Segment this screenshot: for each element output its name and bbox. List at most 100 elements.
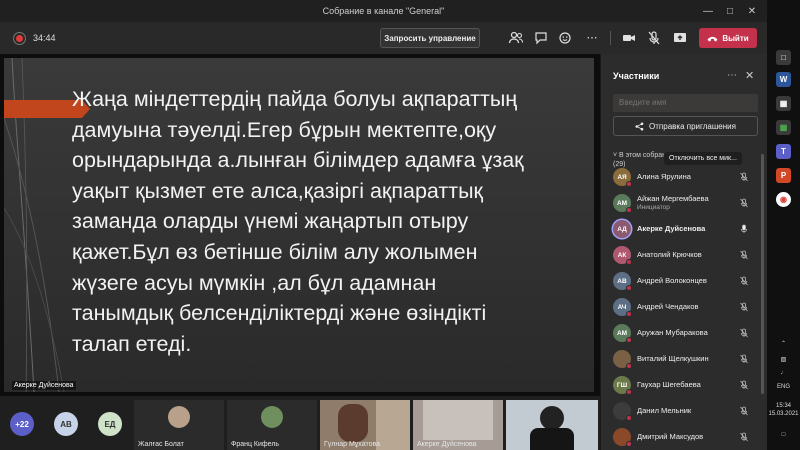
chrome-app-icon[interactable]: ◉: [776, 192, 791, 207]
participant-bubble[interactable]: ЕД: [98, 412, 122, 436]
toolbar-divider: [610, 31, 611, 45]
mic-muted-icon[interactable]: [739, 354, 749, 364]
participant-name: Андрей Волоконцев: [637, 276, 707, 285]
presenter-name: Акерке Дуйсенова: [12, 381, 76, 390]
system-taskbar: □ W ▦ ▦ T P ◉ ⌃ ▧ ♩ ENG 15:34 15.03.2021…: [767, 0, 800, 450]
slide-accent-bar: [4, 100, 82, 118]
mic-muted-icon[interactable]: [739, 276, 749, 286]
teams-meeting-window: Собрание в канале "General" — □ ✕ 34:44 …: [0, 0, 800, 450]
slide-text-line: уақыт қызмет ете алса,қазіргі ақпараттық: [72, 178, 483, 203]
close-icon[interactable]: ✕: [745, 69, 754, 82]
meeting-timer: 34:44: [33, 33, 56, 43]
participant-row[interactable]: Данил Мельник: [601, 398, 768, 424]
maximize-icon[interactable]: □: [719, 6, 741, 17]
avatar: [261, 406, 283, 428]
mic-icon[interactable]: [739, 224, 749, 234]
participant-row[interactable]: АЯ Алина Ярулина: [601, 164, 768, 190]
network-icon[interactable]: ▧: [767, 356, 800, 363]
mic-muted-icon[interactable]: [739, 302, 749, 312]
presence-status-icon: [626, 311, 632, 317]
word-app-icon[interactable]: W: [776, 72, 791, 87]
mic-muted-icon[interactable]: [739, 172, 749, 182]
participants-panel: Участники ⋯ ✕ Отправка приглашения ˅ В э…: [600, 54, 767, 450]
share-screen-icon[interactable]: [672, 30, 688, 46]
slide-text-line: дамуына тәуелді.Егер бұрын мектепте,оқу: [72, 117, 497, 142]
volume-icon[interactable]: ♩: [767, 370, 800, 376]
presence-status-icon: [626, 363, 632, 369]
participant-name: Анатолий Крючков: [637, 250, 702, 259]
participant-row[interactable]: АВ Андрей Волоконцев: [601, 268, 768, 294]
reactions-icon[interactable]: [558, 30, 574, 46]
panel-scrollbar[interactable]: [761, 154, 764, 394]
participant-search-input[interactable]: [613, 94, 758, 112]
mic-muted-icon[interactable]: [646, 30, 662, 46]
camera-icon[interactable]: [621, 30, 637, 46]
taskbar-app-icon[interactable]: □: [776, 50, 791, 65]
participant-name: Гаухар Шегебаева: [637, 380, 701, 389]
participant-row[interactable]: ГШ Гаухар Шегебаева: [601, 372, 768, 398]
close-window-icon[interactable]: ✕: [741, 6, 763, 17]
minimize-icon[interactable]: —: [697, 6, 719, 17]
participant-row[interactable]: АК Анатолий Крючков: [601, 242, 768, 268]
video-tile[interactable]: [506, 400, 598, 450]
slide-text-line: Жаңа міндеттердің пайда болуы ақпараттың: [72, 87, 518, 111]
tile-name: Жалғас Болат: [138, 441, 184, 448]
participant-row[interactable]: АМ Айжан Мергембаева Инициатор: [601, 190, 768, 216]
tile-name: Франц Кифель: [231, 441, 280, 448]
participant-name: Дмитрий Максудов: [637, 432, 704, 441]
notifications-icon[interactable]: □: [767, 432, 800, 438]
hang-up-icon: [707, 36, 718, 41]
avatar: АД: [613, 220, 631, 238]
participant-row[interactable]: АД Акерке Дуйсенова: [601, 216, 768, 242]
video-tile[interactable]: Акерке Дуйсенова: [413, 400, 503, 450]
slide-text-line: танымдық белсенділіктерді және өзіндікті: [72, 301, 487, 326]
participant-row[interactable]: АМ Аружан Мубаракова: [601, 320, 768, 346]
avatar: [168, 406, 190, 428]
mic-muted-icon[interactable]: [739, 250, 749, 260]
share-icon: [635, 122, 644, 130]
camera-feed: [540, 406, 564, 430]
powerpoint-app-icon[interactable]: P: [776, 168, 791, 183]
more-actions-icon[interactable]: ⋯: [584, 30, 600, 46]
mic-muted-icon[interactable]: [739, 406, 749, 416]
participant-bubble[interactable]: АВ: [54, 412, 78, 436]
participant-name: Данил Мельник: [637, 406, 692, 415]
taskbar-app-icon[interactable]: ▦: [776, 96, 791, 111]
presence-status-icon: [626, 181, 632, 187]
clock-date[interactable]: 15.03.2021: [767, 411, 800, 417]
slide-text-line: талап етеді.: [72, 331, 192, 356]
more-options-icon[interactable]: ⋯: [727, 70, 737, 81]
taskbar-app-icon[interactable]: ▦: [776, 120, 791, 135]
participant-name: Алина Ярулина: [637, 172, 691, 181]
presence-status-icon: [626, 207, 632, 213]
chat-icon[interactable]: [533, 30, 549, 46]
tile-name: Гүлнар Мұхатова: [324, 441, 381, 448]
shared-content-stage: Жаңа міндеттердің пайда болуы ақпараттың…: [0, 54, 600, 396]
teams-app-icon[interactable]: T: [776, 144, 791, 159]
participant-row[interactable]: Виталий Щелкушкин: [601, 346, 768, 372]
window-title: Собрание в канале "General": [322, 6, 445, 16]
leave-button[interactable]: Выйти: [699, 28, 757, 48]
participant-name: Айжан Мергембаева: [637, 194, 709, 203]
presence-status-icon: [626, 337, 632, 343]
share-invite-button[interactable]: Отправка приглашения: [613, 116, 758, 136]
participant-list: АЯ Алина Ярулина АМ Айжан Мергембаева Инициа…: [601, 164, 768, 450]
camera-feed: [423, 400, 493, 440]
video-tile[interactable]: Франц Кифель: [227, 400, 317, 450]
video-tile[interactable]: Гүлнар Мұхатова: [320, 400, 410, 450]
request-control-button[interactable]: Запросить управление: [380, 28, 480, 48]
keyboard-language[interactable]: ENG: [767, 384, 800, 390]
mic-muted-icon[interactable]: [739, 432, 749, 442]
more-participants-badge[interactable]: +22: [10, 412, 34, 436]
video-strip: +22 АВ ЕД Жалғас Болат Франц Кифель Гүлн…: [0, 396, 600, 450]
participant-row[interactable]: АЧ Андрей Чендаков: [601, 294, 768, 320]
clock-time[interactable]: 15:34: [767, 403, 800, 409]
mic-muted-icon[interactable]: [739, 380, 749, 390]
slide-body-text: Жаңа міндеттердің пайда болуы ақпараттың…: [72, 84, 592, 359]
mic-muted-icon[interactable]: [739, 328, 749, 338]
mic-muted-icon[interactable]: [739, 198, 749, 208]
video-tile[interactable]: Жалғас Болат: [134, 400, 224, 450]
tray-arrow-icon[interactable]: ⌃: [767, 340, 800, 347]
participants-icon[interactable]: [508, 30, 524, 46]
participant-row[interactable]: Дмитрий Максудов: [601, 424, 768, 450]
